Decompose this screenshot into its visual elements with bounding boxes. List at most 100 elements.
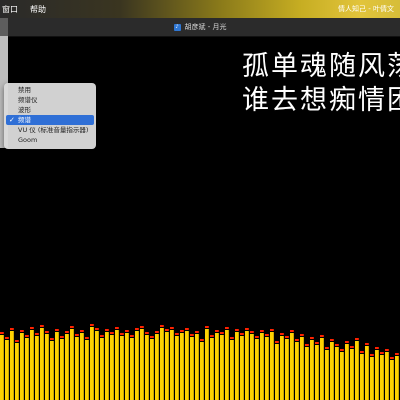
spectrum-peak [80,330,84,332]
spectrum-bar [15,343,19,400]
spectrum-bar [280,336,284,400]
spectrum-peak [340,349,344,351]
spectrum-peak [60,336,64,338]
spectrum-bar [260,333,264,400]
menu-help[interactable]: 帮助 [30,4,46,15]
spectrum-peak [390,357,394,359]
spectrum-peak [190,334,194,336]
spectrum-bar [240,336,244,400]
spectrum-bar [10,331,14,400]
spectrum-peak [385,349,389,351]
spectrum-bar [350,349,354,400]
lyrics-line-2: 谁去想痴情困 [242,85,400,116]
spectrum-peak [170,327,174,329]
spectrum-peak [250,331,254,333]
spectrum-peak [75,334,79,336]
spectrum-peak [55,329,59,331]
spectrum-bar [135,331,139,400]
spectrum-bar [235,332,239,400]
spectrum-bar [30,330,34,400]
spectrum-bar [215,333,219,400]
spectrum-peak [320,335,324,337]
spectrum-bar [75,337,79,400]
spectrum-bar [355,341,359,400]
spectrum-bar [310,340,314,400]
spectrum-bar [345,344,349,400]
viz-item-spectrum[interactable]: ✓ 频谱 [6,115,94,125]
lyrics-display: 孤单魂随风荡 谁去想痴情困 [242,50,400,118]
spectrum-peak [225,327,229,329]
spectrum-bar [200,342,204,400]
spectrum-peak [135,328,139,330]
spectrum-peak [110,332,114,334]
spectrum-bar [250,334,254,400]
viz-item-goom[interactable]: Goom [6,135,94,145]
spectrum-bar [390,360,394,400]
viz-item-spectrometer[interactable]: 频谱仪 [6,95,94,105]
spectrum-bar [395,356,399,400]
spectrum-peak [290,330,294,332]
spectrum-bar [320,338,324,400]
spectrum-peak [20,330,24,332]
viz-item-vu-meter[interactable]: VU 仪 (标准音量指示器) [6,125,94,135]
spectrum-peak [355,338,359,340]
spectrum-bar [220,335,224,400]
spectrum-bar [285,339,289,400]
lyrics-line-1: 孤单魂随风荡 [242,51,400,82]
checkmark-icon: ✓ [9,116,15,124]
viz-item-label: VU 仪 (标准音量指示器) [18,126,89,134]
spectrum-bar [185,331,189,400]
spectrum-peak [85,337,89,339]
spectrum-peak [30,327,34,329]
spectrum-bar [95,331,99,400]
spectrum-bar [335,347,339,400]
spectrum-bar [190,337,194,400]
spectrum-peak [10,328,14,330]
spectrum-bar [105,332,109,400]
spectrum-peak [195,331,199,333]
viz-item-disabled[interactable]: 禁用 [6,85,94,95]
spectrum-bar [60,339,64,400]
spectrum-peak [45,331,49,333]
spectrum-bar [165,332,169,400]
viz-item-label: 频谱 [18,116,31,124]
spectrum-peak [295,339,299,341]
spectrum-peak [285,336,289,338]
spectrum-bar [45,334,49,400]
spectrum-peak [100,335,104,337]
spectrum-bar [50,341,54,400]
spectrum-peak [160,325,164,327]
viz-item-label: 频谱仪 [18,96,38,104]
spectrum-bar [120,336,124,400]
spectrum-peak [255,336,259,338]
spectrum-bar [140,329,144,400]
spectrum-bar [90,327,94,400]
spectrum-peak [375,347,379,349]
spectrum-bar [295,342,299,400]
spectrum-peak [185,328,189,330]
spectrum-peak [315,342,319,344]
spectrum-peak [50,338,54,340]
now-playing-status[interactable]: 情人知己 - 叶倩文 [338,0,394,18]
viz-item-waveform[interactable]: 波形 [6,105,94,115]
spectrum-peak [40,325,44,327]
spectrum-peak [280,333,284,335]
spectrum-peak [270,329,274,331]
screen: 窗口 帮助 情人知己 - 叶倩文 ♪ 胡彦斌 - 月光 孤单魂随风荡 谁去想痴情… [0,0,400,400]
spectrum-peak [325,347,329,349]
spectrum-bar [35,336,39,400]
spectrum-peak [125,330,129,332]
spectrum-peak [310,337,314,339]
menu-window[interactable]: 窗口 [2,4,18,15]
spectrum-peak [260,330,264,332]
spectrum-bar [385,352,389,400]
spectrum-peak [200,339,204,341]
spectrum-bar [270,332,274,400]
window-title-bar[interactable]: ♪ 胡彦斌 - 月光 [0,18,400,37]
spectrum-bar [115,330,119,400]
viz-item-label: 禁用 [18,86,31,94]
spectrum-bar [205,329,209,400]
spectrum-bar [360,354,364,400]
spectrum-bar [125,333,129,400]
spectrum-bar [290,333,294,400]
